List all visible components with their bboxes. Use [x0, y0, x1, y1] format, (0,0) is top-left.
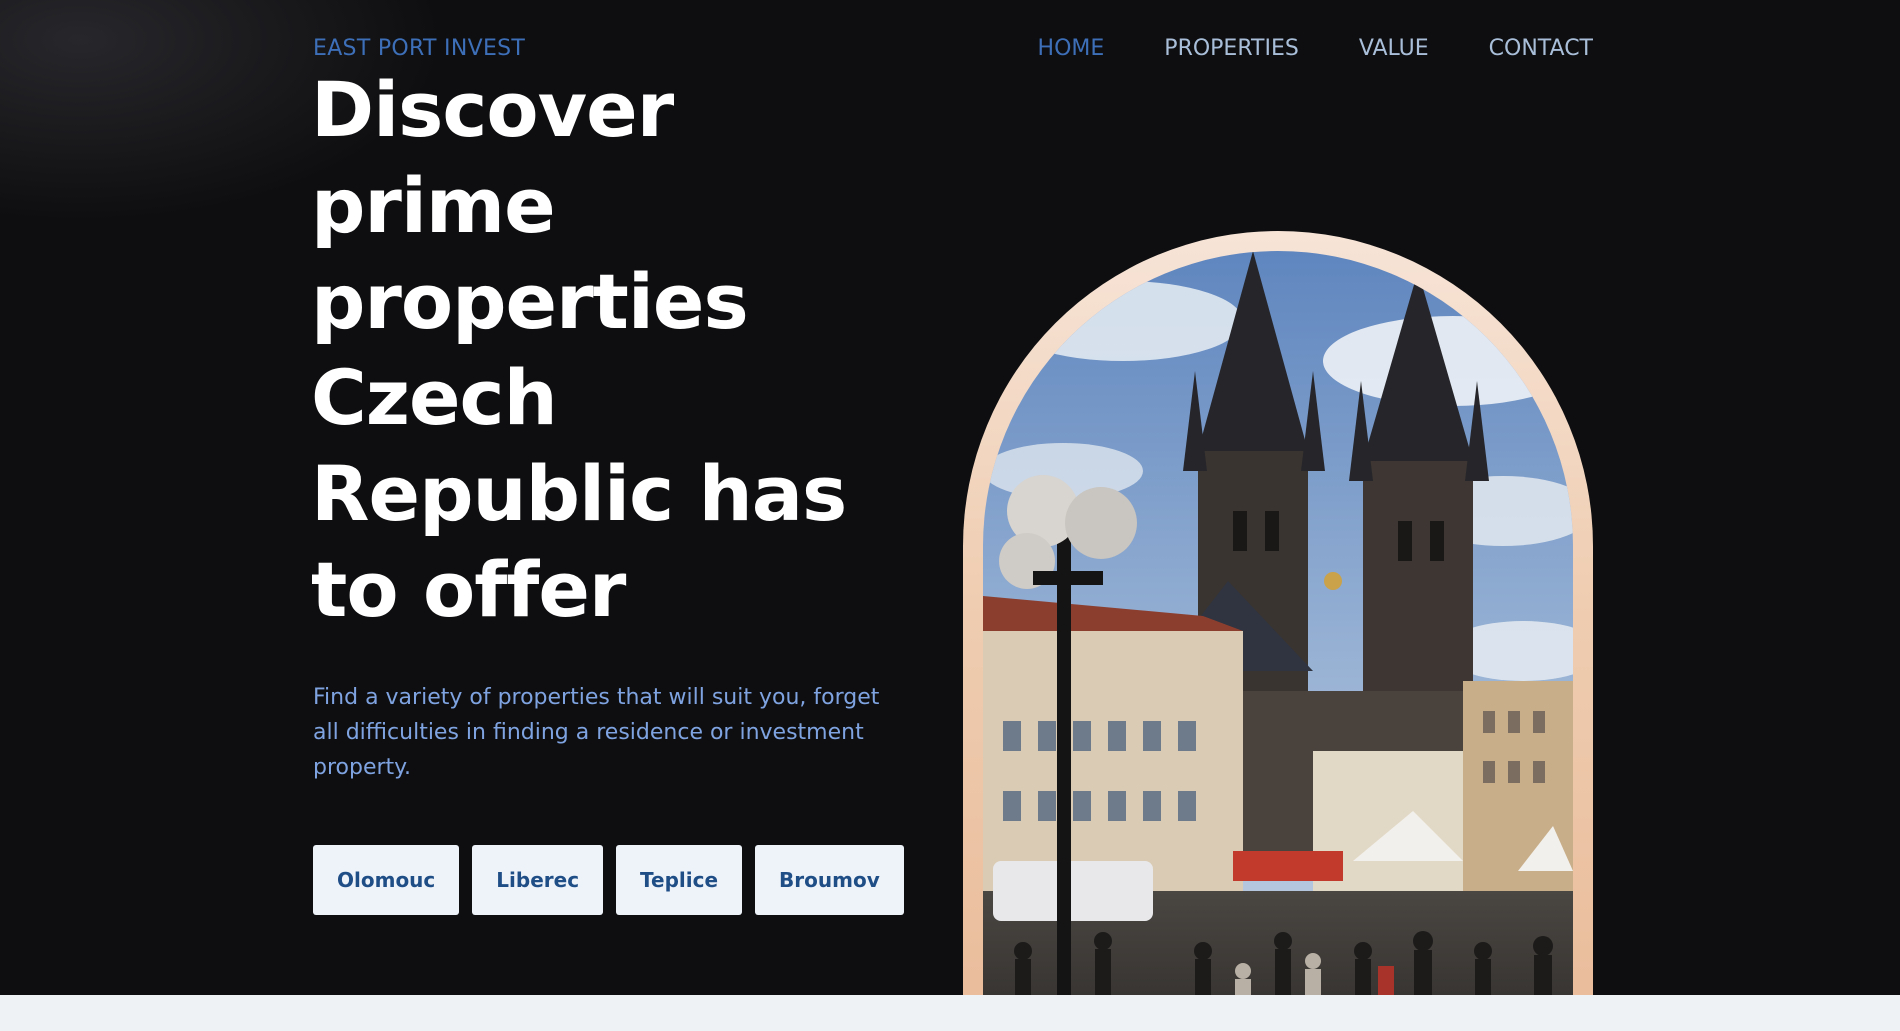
city-buttons: Olomouc Liberec Teplice Broumov — [313, 845, 904, 915]
next-section-band — [0, 995, 1900, 1031]
old-town-square-photo — [983, 251, 1573, 1031]
hero-subtitle: Find a variety of properties that will s… — [313, 685, 880, 780]
city-button-olomouc[interactable]: Olomouc — [313, 845, 460, 915]
hero-image-arch — [963, 231, 1593, 1031]
nav-home[interactable]: HOME — [1038, 36, 1105, 61]
brand-logo-text[interactable]: EAST PORT INVEST — [313, 36, 525, 61]
hero-headline: Discover prime properties Czech Republic… — [311, 65, 847, 634]
photo-illustration — [983, 251, 1573, 1031]
nav-value[interactable]: VALUE — [1359, 36, 1429, 61]
city-button-broumov[interactable]: Broumov — [755, 845, 904, 915]
main-nav: HOME PROPERTIES VALUE CONTACT — [1038, 36, 1593, 61]
nav-contact[interactable]: CONTACT — [1489, 36, 1593, 61]
landing-page: EAST PORT INVEST HOME PROPERTIES VALUE C… — [0, 0, 1900, 1031]
nav-properties[interactable]: PROPERTIES — [1164, 36, 1299, 61]
city-button-liberec[interactable]: Liberec — [472, 845, 604, 915]
city-button-teplice[interactable]: Teplice — [616, 845, 743, 915]
